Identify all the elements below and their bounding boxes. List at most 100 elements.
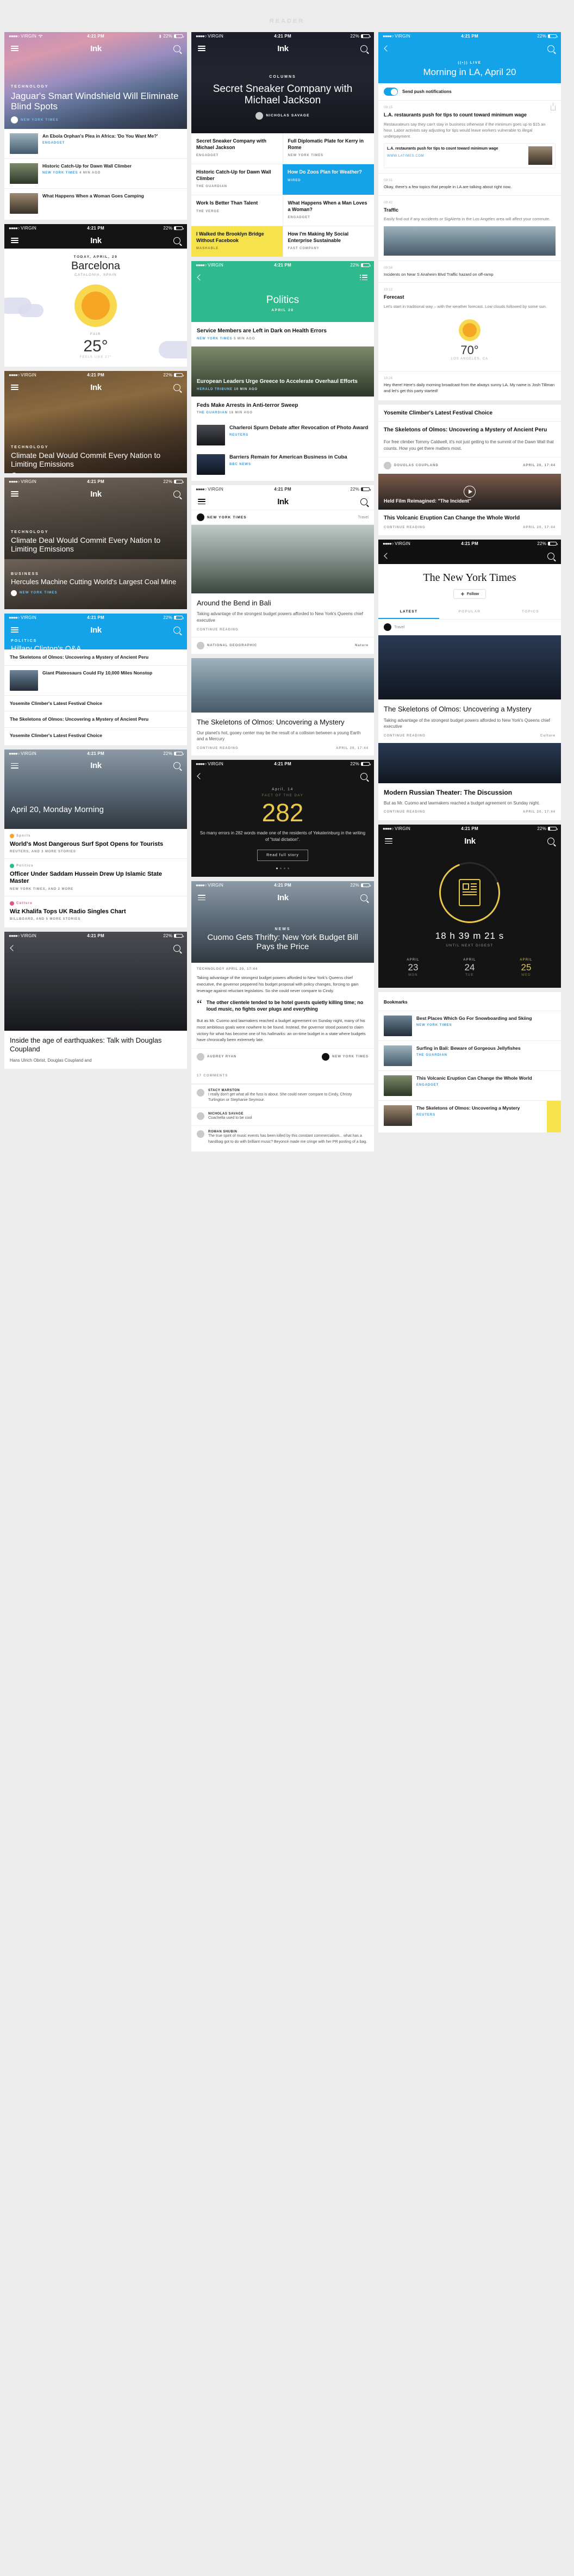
- entry-card-link[interactable]: WWW.LATIMES.COM: [387, 154, 525, 158]
- search-icon[interactable]: [547, 553, 554, 560]
- tab-topics[interactable]: TOPICS: [500, 605, 561, 619]
- hero-title[interactable]: Hercules Machine Cutting World's Largest…: [11, 578, 180, 586]
- byline-tag[interactable]: Nature: [355, 644, 369, 647]
- entry-title[interactable]: L.A. restaurants push for tips to count …: [384, 112, 556, 119]
- row-title[interactable]: Yosemite Climber's Latest Festival Choic…: [10, 701, 182, 707]
- category-block[interactable]: Sports World's Most Dangerous Surf Spot …: [4, 829, 187, 858]
- hero-live[interactable]: ●●●●○VIRGIN 4:21 PM 22% ((•)) LIVE Morni…: [378, 32, 561, 83]
- tile-title[interactable]: Secret Sneaker Company with Michael Jack…: [196, 138, 278, 151]
- card-morning[interactable]: ●●●●○VIRGIN 4:21 PM 22% Ink April 20, Mo…: [4, 750, 187, 928]
- card-weather[interactable]: ●●●●○VIRGIN 4:21 PM 22% Ink TODAY, APRIL…: [4, 224, 187, 367]
- hero-title[interactable]: Climate Deal Would Commit Every Nation t…: [11, 451, 180, 468]
- continue-reading[interactable]: CONTINUE READING: [384, 734, 426, 738]
- card-coupland[interactable]: ●●●●○VIRGIN 4:21 PM 22% Inside the age o…: [4, 932, 187, 1069]
- bookmark-item[interactable]: Best Places Which Go For Snowboarding an…: [378, 1011, 561, 1041]
- share-icon[interactable]: [551, 106, 556, 110]
- list-item[interactable]: The Skeletons of Olmos: Uncovering a Mys…: [378, 422, 561, 439]
- article-title[interactable]: Modern Russian Theater: The Discussion: [384, 789, 556, 797]
- hero-climate[interactable]: ●●●●○VIRGIN 4:21 PM 22% Ink TECHNOLOGY C…: [4, 478, 187, 559]
- hero-title[interactable]: Jaguar's Smart Windshield Will Eliminate…: [11, 91, 180, 112]
- row-title[interactable]: Best Places Which Go For Snowboarding an…: [416, 1015, 532, 1021]
- live-entry[interactable]: 09:31 Okay, there's a few topics that pe…: [378, 174, 561, 195]
- article-title[interactable]: This Volcanic Eruption Can Change the Wh…: [384, 515, 556, 522]
- news-title[interactable]: Charleroi Spurn Debate after Revocation …: [229, 425, 368, 431]
- hero-title[interactable]: Cuomo Gets Thrifty: New York Budget Bill…: [198, 933, 367, 952]
- tile-title[interactable]: Work Is Better Than Talent: [196, 200, 278, 207]
- live-entry[interactable]: 09:58 Incidents on Near S Anaheim Blvd T…: [378, 261, 561, 283]
- menu-icon[interactable]: [11, 238, 18, 243]
- article-nyt[interactable]: The Skeletons of Olmos: Uncovering a Mys…: [378, 699, 561, 742]
- card-jaguar-feed[interactable]: ●●●●○VIRGIN 4:21 PM 22% Ink TECHNOLOGY J…: [4, 32, 187, 220]
- tile[interactable]: Historic Catch-Up for Dawn Wall ClimberT…: [191, 164, 283, 195]
- bookmark-item[interactable]: Surfing in Bali: Beware of Gorgeous Jell…: [378, 1041, 561, 1070]
- continue-reading[interactable]: CONTINUE READING: [384, 526, 426, 529]
- back-icon[interactable]: [10, 945, 16, 951]
- card-countdown[interactable]: ●●●●○VIRGIN 4:21 PM 22% Ink 18 h: [378, 825, 561, 988]
- list-item[interactable]: Historic Catch-Up for Dawn Wall Climber …: [4, 159, 187, 188]
- menu-icon[interactable]: [198, 499, 205, 504]
- card-climber[interactable]: Yosemite Climber's Latest Festival Choic…: [378, 405, 561, 535]
- news-item[interactable]: Service Members are Left in Dark on Heal…: [191, 322, 374, 346]
- news-item[interactable]: Charleroi Spurn Debate after Revocation …: [191, 420, 374, 450]
- continue-reading[interactable]: CONTINUE READING: [197, 747, 239, 750]
- list-view-icon[interactable]: [360, 275, 367, 280]
- tile-title[interactable]: How Do Zoos Plan for Weather?: [288, 169, 369, 176]
- tile[interactable]: How I'm Making My Social Enterprise Sust…: [283, 226, 375, 257]
- card-tiger[interactable]: ●●●●○VIRGIN 4:21 PM 22% Ink TECHNOLOGY C…: [4, 371, 187, 473]
- card-nyt[interactable]: ●●●●○VIRGIN 4:21 PM 22% The New York Tim…: [378, 540, 561, 820]
- article-bali[interactable]: Around the Bend in Bali Taking advantage…: [191, 593, 374, 636]
- search-icon[interactable]: [173, 45, 180, 52]
- live-entry[interactable]: 09:42 Traffic Easily find out if any acc…: [378, 196, 561, 261]
- news-title[interactable]: Feds Make Arrests in Anti-terror Sweep: [197, 403, 369, 410]
- live-entry[interactable]: 09:15 L.A. restaurants push for tips to …: [378, 101, 561, 174]
- list-item[interactable]: Yosemite Climber's Latest Festival Choic…: [4, 696, 187, 711]
- category-block[interactable]: Culture Wiz Khalifa Tops UK Radio Single…: [4, 896, 187, 927]
- search-icon[interactable]: [547, 45, 554, 52]
- row-title[interactable]: Surfing in Bali: Beware of Gorgeous Jell…: [416, 1045, 521, 1051]
- hero-hillary[interactable]: ●●●●○VIRGIN 4:21 PM 22% Ink POLITICS Hil…: [4, 614, 187, 649]
- row-title[interactable]: The Skeletons of Olmos: Uncovering a Mys…: [384, 427, 556, 434]
- menu-icon[interactable]: [198, 895, 205, 900]
- row-title[interactable]: The Skeletons of Olmos: Uncovering a Mys…: [416, 1105, 556, 1111]
- video-title[interactable]: Held Film Reimagined: "The Incident": [384, 498, 556, 504]
- live-entry[interactable]: 10:12 Forecast Let's start in traditiona…: [378, 283, 561, 371]
- back-icon[interactable]: [384, 553, 390, 559]
- category-block[interactable]: Politics Officer Under Saddam Hussein Dr…: [4, 859, 187, 896]
- card-bali[interactable]: ●●●●○VIRGIN 4:21 PM 22% Ink NEW YORK TIM…: [191, 485, 374, 653]
- continue-reading[interactable]: CONTINUE READING: [384, 810, 426, 814]
- news-title[interactable]: Service Members are Left in Dark on Heal…: [197, 328, 369, 335]
- row-title[interactable]: Yosemite Climber's Latest Festival Choic…: [384, 410, 556, 416]
- bookmark-item[interactable]: The Skeletons of Olmos: Uncovering a Mys…: [378, 1101, 561, 1132]
- tile[interactable]: I Walked the Brooklyn Bridge Without Fac…: [191, 226, 283, 257]
- day-option[interactable]: APRIL 24 TUE: [463, 958, 476, 977]
- news-item-image[interactable]: European Leaders Urge Greece to Accelera…: [191, 346, 374, 397]
- search-icon[interactable]: [173, 384, 180, 391]
- card-cuomo[interactable]: ●●●●○VIRGIN 4:21 PM 22% Ink NEWS Cuomo G…: [191, 881, 374, 1151]
- back-icon[interactable]: [197, 773, 203, 779]
- search-icon[interactable]: [173, 627, 180, 634]
- row-title[interactable]: What Happens When a Woman Goes Camping: [42, 193, 144, 199]
- follow-button[interactable]: Follow: [453, 589, 486, 599]
- hero-title[interactable]: April 20, Monday Morning: [11, 806, 180, 815]
- video-card[interactable]: Held Film Reimagined: "The Incident": [378, 474, 561, 510]
- category-title[interactable]: World's Most Dangerous Surf Spot Opens f…: [10, 841, 182, 848]
- article-theater[interactable]: Modern Russian Theater: The Discussion B…: [378, 783, 561, 821]
- day-option[interactable]: APRIL 23 MON: [407, 958, 419, 977]
- back-icon[interactable]: [197, 274, 203, 280]
- row-title[interactable]: Giant Plateosaurs Could Fly 10,000 Miles…: [42, 670, 152, 676]
- list-item[interactable]: Yosemite Climber's Latest Festival Choic…: [378, 405, 561, 422]
- hero-title[interactable]: Climate Deal Would Commit Every Nation t…: [11, 536, 180, 553]
- tile[interactable]: What Happens When a Man Loves a Woman?EN…: [283, 195, 375, 226]
- row-title[interactable]: The Skeletons of Olmos: Uncovering a Mys…: [10, 716, 182, 722]
- row-title[interactable]: The Skeletons of Olmos: Uncovering a Mys…: [10, 654, 182, 660]
- card-columns[interactable]: ●●●●○VIRGIN 4:21 PM 22% Ink COLUMNS Secr…: [191, 32, 374, 257]
- tab-popular[interactable]: POPULAR: [439, 605, 500, 619]
- tile[interactable]: How Do Zoos Plan for Weather?WIRED: [283, 164, 374, 195]
- tab-latest[interactable]: LATEST: [378, 605, 439, 619]
- article-tag[interactable]: Travel: [394, 626, 556, 629]
- nyt-tabs[interactable]: LATEST POPULAR TOPICS: [378, 605, 561, 620]
- hero-hercules[interactable]: BUSINESS Hercules Machine Cutting World'…: [4, 559, 187, 609]
- article-title[interactable]: The Skeletons of Olmos: Uncovering a Mys…: [197, 718, 369, 727]
- tile-title[interactable]: How I'm Making My Social Enterprise Sust…: [288, 231, 370, 244]
- article-tag[interactable]: Culture: [540, 734, 556, 738]
